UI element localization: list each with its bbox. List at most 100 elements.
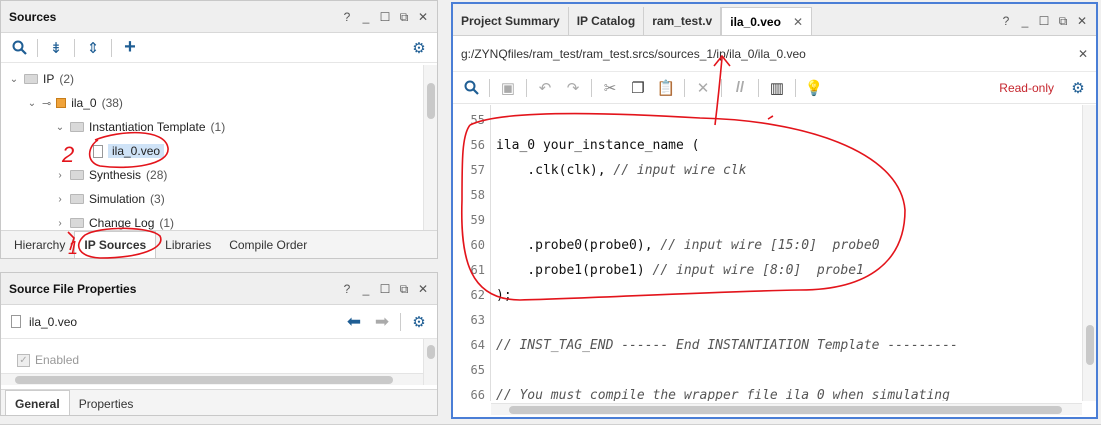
maximize-icon[interactable]: ☐ bbox=[1038, 15, 1050, 27]
column-select-icon[interactable]: ▥ bbox=[765, 76, 789, 100]
code-line[interactable]: 55 bbox=[453, 108, 1082, 133]
minimize-icon[interactable]: _ bbox=[360, 11, 372, 23]
code-line[interactable]: 58 bbox=[453, 183, 1082, 208]
code-line[interactable]: 64 // INST_TAG_END ------ End INSTANTIATI… bbox=[453, 333, 1082, 358]
properties-file-name: ila_0.veo bbox=[29, 314, 78, 329]
enabled-label: Enabled bbox=[35, 353, 80, 367]
tab-ila0-veo[interactable]: ila_0.veo ✕ bbox=[721, 7, 812, 35]
minimize-icon[interactable]: _ bbox=[360, 283, 372, 295]
chevron-down-icon[interactable]: ⌄ bbox=[9, 74, 19, 85]
code-comment: // INST_TAG_END ------ End INSTANTIATION… bbox=[496, 338, 958, 353]
code-line[interactable]: 56 ila_0 your_instance_name ( bbox=[453, 133, 1082, 158]
redo-icon[interactable]: ↷ bbox=[561, 76, 585, 100]
add-sources-icon[interactable]: + bbox=[118, 36, 142, 60]
gear-icon[interactable]: ⚙ bbox=[407, 36, 431, 60]
tree-item-synthesis[interactable]: › Synthesis (28) bbox=[55, 165, 167, 185]
help-icon[interactable]: ? bbox=[341, 11, 353, 23]
comment-icon[interactable]: // bbox=[728, 76, 752, 100]
tab-hierarchy[interactable]: Hierarchy bbox=[5, 232, 74, 258]
tree-item-instantiation-template[interactable]: ⌄ Instantiation Template (1) bbox=[55, 117, 225, 137]
enabled-checkbox[interactable]: ✓ bbox=[17, 353, 30, 367]
code-line[interactable]: 57 .clk(clk), // input wire clk bbox=[453, 158, 1082, 183]
code-line[interactable]: 66 // You must compile the wrapper file i… bbox=[453, 383, 1082, 401]
line-number: 66 bbox=[470, 388, 485, 401]
close-icon[interactable]: ✕ bbox=[1076, 15, 1088, 27]
gear-icon[interactable]: ⚙ bbox=[407, 310, 431, 334]
tree-item-simulation[interactable]: › Simulation (3) bbox=[55, 189, 164, 209]
lightbulb-icon[interactable]: 💡 bbox=[802, 76, 826, 100]
help-icon[interactable]: ? bbox=[341, 283, 353, 295]
code-token: .probe0(probe0), bbox=[496, 238, 661, 253]
collapse-all-icon[interactable]: ⇟ bbox=[44, 36, 68, 60]
chevron-right-icon[interactable]: › bbox=[55, 170, 65, 181]
back-arrow-icon[interactable]: ⬅ bbox=[342, 310, 366, 334]
undo-icon[interactable]: ↶ bbox=[533, 76, 557, 100]
tab-ip-sources[interactable]: IP Sources bbox=[74, 231, 157, 258]
code-text: ila_0 your_instance_name ( bbox=[496, 133, 700, 158]
help-icon[interactable]: ? bbox=[1000, 15, 1012, 27]
search-icon[interactable] bbox=[459, 76, 483, 100]
code-line[interactable]: 61 .probe1(probe1) // input wire [8:0] p… bbox=[453, 258, 1082, 283]
status-strip bbox=[0, 424, 1101, 434]
scroll-thumb[interactable] bbox=[1086, 325, 1094, 365]
scroll-thumb[interactable] bbox=[427, 345, 435, 359]
float-icon[interactable]: ⧉ bbox=[1057, 15, 1069, 27]
close-tab-icon[interactable]: ✕ bbox=[793, 15, 803, 29]
close-icon[interactable]: ✕ bbox=[417, 11, 429, 23]
tab-ram-test-v[interactable]: ram_test.v bbox=[644, 7, 722, 35]
folder-icon bbox=[70, 170, 84, 180]
tab-ip-catalog[interactable]: IP Catalog bbox=[569, 7, 645, 35]
editor-vscrollbar[interactable] bbox=[1082, 105, 1096, 401]
properties-vscrollbar[interactable] bbox=[423, 339, 437, 385]
chevron-right-icon[interactable]: › bbox=[55, 194, 65, 205]
properties-hscrollbar[interactable] bbox=[1, 373, 423, 385]
sources-title: Sources bbox=[9, 9, 57, 24]
scroll-thumb[interactable] bbox=[509, 406, 1062, 414]
maximize-icon[interactable]: ☐ bbox=[379, 11, 391, 23]
search-icon[interactable] bbox=[7, 36, 31, 60]
code-line[interactable]: 59 bbox=[453, 208, 1082, 233]
code-editor[interactable]: 55 56 ila_0 your_instance_name (57 .clk(cl… bbox=[453, 105, 1082, 401]
close-icon[interactable]: ✕ bbox=[417, 283, 429, 295]
minimize-icon[interactable]: _ bbox=[1019, 15, 1031, 27]
gear-icon[interactable]: ⚙ bbox=[1066, 76, 1090, 100]
code-line[interactable]: 60 .probe0(probe0), // input wire [15:0]… bbox=[453, 233, 1082, 258]
chevron-right-icon[interactable]: › bbox=[55, 218, 65, 229]
delete-icon[interactable]: ✕ bbox=[691, 76, 715, 100]
save-icon[interactable]: ▣ bbox=[496, 76, 520, 100]
float-icon[interactable]: ⧉ bbox=[398, 11, 410, 23]
chevron-down-icon[interactable]: ⌄ bbox=[27, 98, 37, 109]
tree-item-ila0[interactable]: ⌄ ⊸ ila_0 (38) bbox=[27, 93, 123, 113]
tree-item-ila0-veo[interactable]: ila_0.veo bbox=[93, 141, 165, 161]
code-line[interactable]: 65 bbox=[453, 358, 1082, 383]
chevron-down-icon[interactable]: ⌄ bbox=[55, 122, 65, 133]
editor-hscrollbar[interactable] bbox=[491, 403, 1082, 415]
properties-panel: Source File Properties ? _ ☐ ⧉ ✕ ila_0.v… bbox=[0, 272, 438, 416]
float-icon[interactable]: ⧉ bbox=[398, 283, 410, 295]
tab-libraries[interactable]: Libraries bbox=[156, 232, 220, 258]
close-path-icon[interactable]: ✕ bbox=[1078, 47, 1088, 61]
copy-icon[interactable]: ❐ bbox=[626, 76, 650, 100]
code-text: .probe1(probe1) // input wire [8:0] prob… bbox=[496, 258, 864, 283]
line-number: 63 bbox=[470, 313, 485, 327]
maximize-icon[interactable]: ☐ bbox=[379, 283, 391, 295]
sources-scrollbar[interactable] bbox=[423, 65, 437, 230]
tab-compile-order[interactable]: Compile Order bbox=[220, 232, 316, 258]
code-comment: // input wire [8:0] probe1 bbox=[652, 263, 864, 278]
code-line[interactable]: 63 bbox=[453, 308, 1082, 333]
file-icon bbox=[11, 315, 21, 328]
forward-arrow-icon[interactable]: ➡ bbox=[370, 310, 394, 334]
line-number: 60 bbox=[470, 238, 485, 252]
scroll-thumb[interactable] bbox=[15, 376, 393, 384]
paste-icon[interactable]: 📋 bbox=[654, 76, 678, 100]
expand-all-icon[interactable]: ⇕ bbox=[81, 36, 105, 60]
line-number: 55 bbox=[470, 113, 485, 127]
file-path-bar: g:/ZYNQfiles/ram_test/ram_test.srcs/sour… bbox=[453, 36, 1096, 72]
tab-properties[interactable]: Properties bbox=[70, 391, 143, 415]
tree-item-ip[interactable]: ⌄ IP (2) bbox=[9, 69, 74, 89]
scroll-thumb[interactable] bbox=[427, 83, 435, 119]
code-line[interactable]: 62); bbox=[453, 283, 1082, 308]
tab-project-summary[interactable]: Project Summary bbox=[453, 7, 569, 35]
cut-icon[interactable]: ✂ bbox=[598, 76, 622, 100]
tab-general[interactable]: General bbox=[5, 390, 70, 415]
